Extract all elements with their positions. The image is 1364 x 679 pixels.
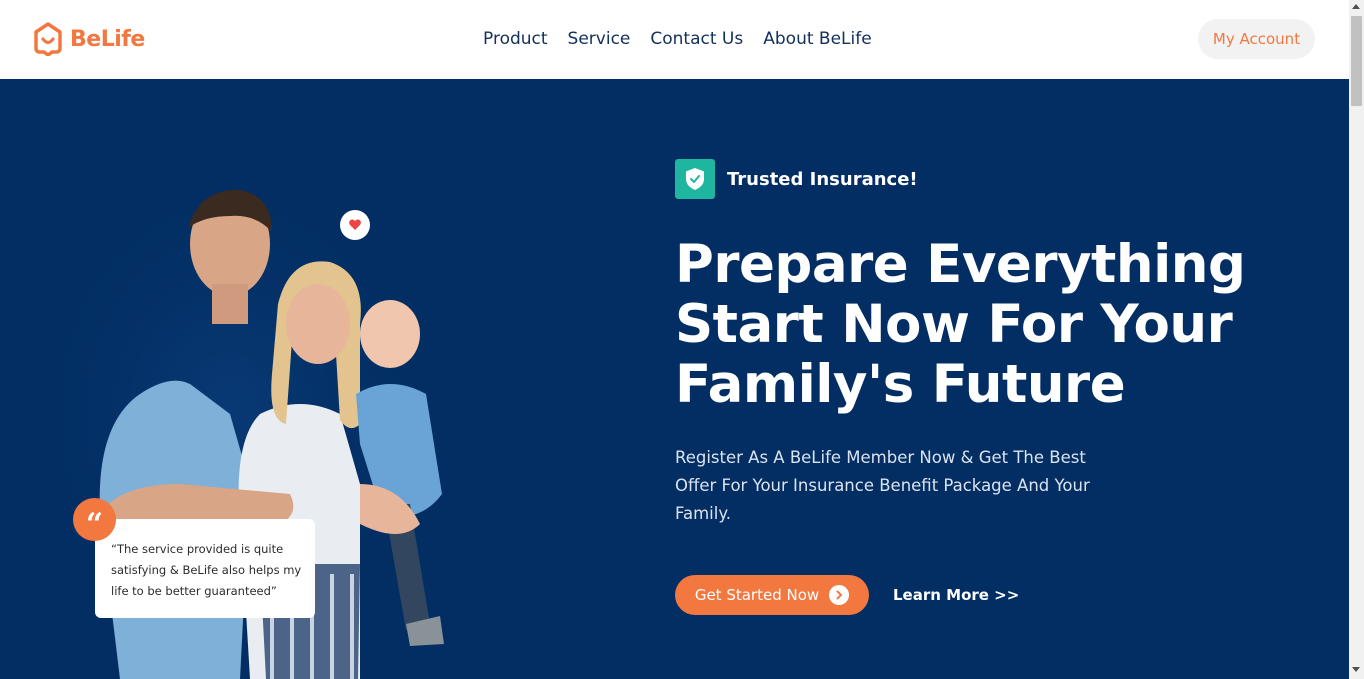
nav-service[interactable]: Service (568, 29, 631, 49)
badge-label: Trusted Insurance! (727, 168, 918, 190)
headline-line-1: Prepare Everything (675, 234, 1246, 295)
shield-check-icon (675, 159, 715, 199)
hero-section: “ “The service provided is quite satisfy… (0, 79, 1349, 679)
nav-contact-us[interactable]: Contact Us (650, 29, 743, 49)
chevron-right-circle-icon (829, 585, 850, 605)
get-started-label: Get Started Now (694, 586, 820, 604)
heart-bubble (340, 210, 370, 240)
headline-line-2: Start Now For Your (675, 294, 1233, 355)
nav-product[interactable]: Product (483, 29, 548, 49)
hero-subtitle: Register As A BeLife Member Now & Get Th… (675, 448, 1090, 523)
testimonial-card: “The service provided is quite satisfyin… (95, 519, 315, 618)
hero-headline: Prepare Everything Start Now For Your Fa… (675, 235, 1275, 415)
headline-line-3: Family's Future (675, 354, 1126, 415)
nav-about-belife[interactable]: About BeLife (763, 29, 871, 49)
testimonial-text: “The service provided is quite satisfyin… (111, 542, 302, 598)
scroll-up-arrow-icon[interactable] (1352, 4, 1360, 9)
trusted-badge: Trusted Insurance! (675, 159, 918, 199)
site-header: BeLife Product Service Contact Us About … (0, 0, 1349, 79)
get-started-button[interactable]: Get Started Now (675, 575, 869, 615)
heart-icon (349, 219, 361, 230)
main-nav: Product Service Contact Us About BeLife (483, 29, 872, 49)
learn-more-link[interactable]: Learn More >> (893, 586, 1019, 604)
scroll-down-arrow-icon[interactable] (1352, 667, 1360, 672)
my-account-button[interactable]: My Account (1198, 19, 1315, 59)
page-scrollbar[interactable] (1349, 0, 1364, 679)
quote-icon: “ (73, 498, 116, 541)
scroll-thumb[interactable] (1351, 16, 1362, 106)
brand-logo[interactable]: BeLife (34, 22, 145, 56)
house-pin-icon (34, 22, 62, 56)
brand-name: BeLife (70, 26, 145, 52)
